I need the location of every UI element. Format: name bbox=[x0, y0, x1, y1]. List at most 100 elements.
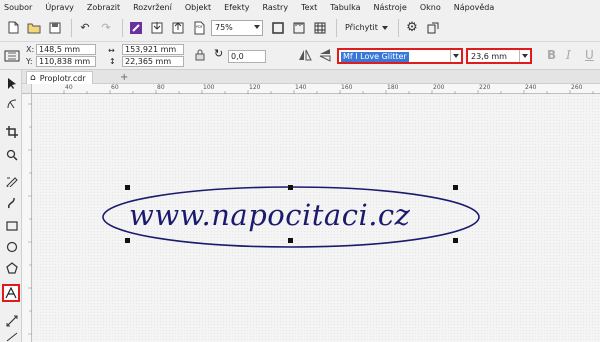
home-icon[interactable]: ⌂ bbox=[30, 73, 36, 83]
selection-handle-top-right[interactable] bbox=[453, 185, 458, 190]
chevron-down-icon bbox=[254, 24, 260, 29]
font-size-value: 23,6 mm bbox=[471, 52, 507, 61]
vertical-ruler[interactable] bbox=[22, 94, 32, 342]
shape-tool-icon[interactable] bbox=[3, 95, 20, 112]
selection-handle-bottom-right[interactable] bbox=[453, 238, 458, 243]
ellipse-tool-icon[interactable] bbox=[3, 238, 20, 255]
dimension-tool-icon[interactable] bbox=[3, 312, 20, 329]
zoom-select[interactable]: 75% bbox=[211, 19, 263, 36]
polygon-tool-icon[interactable] bbox=[3, 259, 20, 276]
save-icon[interactable] bbox=[46, 19, 64, 37]
redo-icon[interactable]: ↷ bbox=[97, 19, 115, 37]
document-tab-bar: ⌂ Proplotr.cdr + bbox=[22, 70, 600, 84]
x-position-field[interactable]: 148,5 mm bbox=[36, 44, 96, 55]
selection-handle-top-left[interactable] bbox=[125, 185, 130, 190]
y-label: Y: bbox=[26, 57, 33, 66]
ruler-label: 260 bbox=[571, 84, 583, 91]
lock-ratio-icon[interactable] bbox=[195, 49, 205, 63]
crop-tool-icon[interactable] bbox=[3, 123, 20, 140]
ruler-label: 160 bbox=[341, 84, 353, 91]
import-icon[interactable] bbox=[148, 19, 166, 37]
zoom-tool-icon[interactable] bbox=[3, 146, 20, 163]
ruler-origin[interactable] bbox=[22, 84, 32, 94]
ruler-label: 140 bbox=[295, 84, 307, 91]
menu-objekt[interactable]: Objekt bbox=[185, 3, 211, 12]
menu-tabulka[interactable]: Tabulka bbox=[330, 3, 360, 12]
fullscreen-icon[interactable] bbox=[269, 19, 287, 37]
toolbar-separator bbox=[71, 18, 72, 37]
ruler-label: 220 bbox=[479, 84, 491, 91]
page-preset-icon[interactable] bbox=[4, 48, 20, 66]
toolbox bbox=[0, 70, 22, 342]
menu-soubor[interactable]: Soubor bbox=[4, 3, 32, 12]
document-tab[interactable]: ⌂ Proplotr.cdr bbox=[26, 71, 93, 84]
selection-handle-bottom-center[interactable] bbox=[288, 238, 293, 243]
ruler-label: 200 bbox=[433, 84, 445, 91]
ruler-label: 60 bbox=[111, 84, 119, 91]
menu-text[interactable]: Text bbox=[301, 3, 317, 12]
underline-button[interactable]: U bbox=[585, 48, 594, 62]
snap-to-button[interactable]: Přichytit bbox=[345, 23, 388, 32]
drawing-canvas[interactable]: www.napocitaci.cz bbox=[33, 95, 600, 342]
menu-zobrazit[interactable]: Zobrazit bbox=[87, 3, 120, 12]
canvas-text[interactable]: www.napocitaci.cz bbox=[129, 198, 410, 232]
ruler-label: 100 bbox=[203, 84, 215, 91]
font-size-select[interactable]: 23,6 mm bbox=[466, 48, 532, 64]
rectangle-tool-icon[interactable] bbox=[3, 217, 20, 234]
ruler-label: 180 bbox=[387, 84, 399, 91]
toolbar-separator bbox=[397, 18, 399, 37]
export-icon[interactable] bbox=[169, 19, 187, 37]
menu-okno[interactable]: Okno bbox=[420, 3, 441, 12]
width-field[interactable]: 153,921 mm bbox=[122, 44, 184, 55]
artistic-media-icon[interactable] bbox=[3, 194, 20, 211]
selection-handle-top-center[interactable] bbox=[288, 185, 293, 190]
font-family-select[interactable]: Mf I Love Glitter bbox=[337, 48, 463, 64]
horizontal-ruler[interactable]: 40 60 80 100 120 140 160 180 200 220 240… bbox=[32, 84, 600, 94]
menu-nastroje[interactable]: Nástroje bbox=[373, 3, 406, 12]
pdf-icon[interactable]: PDF bbox=[190, 19, 208, 37]
text-tool-icon[interactable] bbox=[2, 284, 20, 302]
ruler-label: 120 bbox=[249, 84, 261, 91]
menu-napoveda[interactable]: Nápověda bbox=[454, 3, 495, 12]
ruler-label: 40 bbox=[65, 84, 73, 91]
mirror-horizontal-icon[interactable] bbox=[298, 48, 312, 64]
pick-tool-icon[interactable] bbox=[3, 74, 20, 91]
height-icon: ↕ bbox=[109, 57, 116, 66]
zoom-value: 75% bbox=[215, 23, 233, 32]
connector-tool-icon[interactable] bbox=[3, 328, 20, 342]
rotate-icon: ↻ bbox=[214, 47, 224, 60]
toolbar-separator bbox=[336, 18, 337, 37]
chevron-down-icon[interactable] bbox=[519, 50, 530, 62]
open-icon[interactable] bbox=[25, 19, 43, 37]
launch-icon[interactable] bbox=[424, 19, 442, 37]
new-icon[interactable] bbox=[4, 19, 22, 37]
menu-rastry[interactable]: Rastry bbox=[262, 3, 288, 12]
mirror-vertical-icon[interactable] bbox=[318, 48, 332, 64]
height-field[interactable]: 22,365 mm bbox=[122, 56, 184, 67]
chevron-down-icon bbox=[381, 25, 388, 30]
ruler-label: 240 bbox=[525, 84, 537, 91]
menu-upravy[interactable]: Úpravy bbox=[45, 3, 74, 12]
font-family-value: Mf I Love Glitter bbox=[341, 52, 409, 62]
x-label: X: bbox=[26, 45, 35, 54]
menu-rozvrzeni[interactable]: Rozvržení bbox=[133, 3, 172, 12]
show-rulers-icon[interactable] bbox=[290, 19, 308, 37]
snap-label: Přichytit bbox=[345, 23, 378, 32]
settings-icon[interactable]: ⚙ bbox=[403, 19, 421, 37]
y-position-field[interactable]: 110,838 mm bbox=[36, 56, 96, 67]
menu-efekty[interactable]: Efekty bbox=[224, 3, 249, 12]
add-tab-button[interactable]: + bbox=[120, 72, 128, 83]
rotation-field[interactable]: 0,0 bbox=[228, 50, 266, 63]
ruler-label: 80 bbox=[157, 84, 165, 91]
bold-button[interactable]: B bbox=[547, 48, 556, 62]
undo-icon[interactable]: ↶ bbox=[76, 19, 94, 37]
italic-button[interactable]: I bbox=[566, 48, 571, 62]
search-content-icon[interactable] bbox=[127, 19, 145, 37]
chevron-down-icon[interactable] bbox=[450, 50, 461, 62]
svg-text:PDF: PDF bbox=[196, 25, 203, 29]
selection-handle-bottom-left[interactable] bbox=[125, 238, 130, 243]
width-icon: ↔ bbox=[108, 46, 115, 55]
show-grid-icon[interactable] bbox=[311, 19, 329, 37]
freehand-tool-icon[interactable] bbox=[3, 172, 20, 189]
document-tab-label: Proplotr.cdr bbox=[39, 73, 86, 83]
